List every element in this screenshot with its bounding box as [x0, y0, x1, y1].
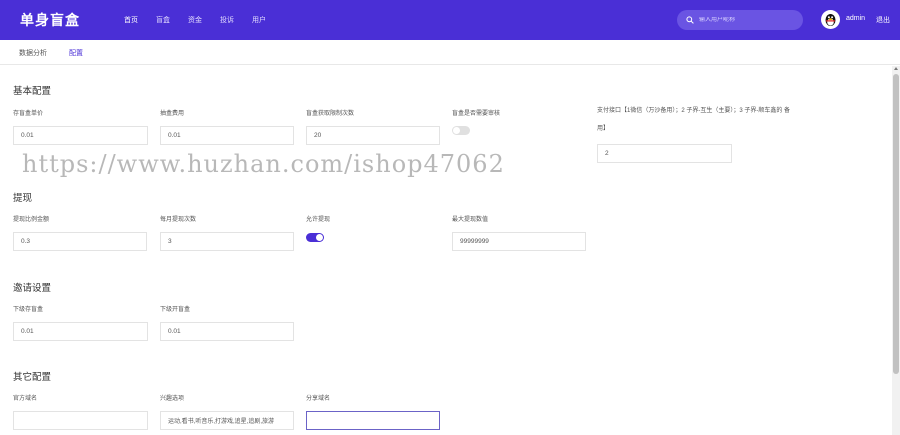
share-domain-input[interactable] — [306, 411, 440, 430]
section-title-invite: 邀请设置 — [13, 283, 52, 294]
label-official-domain: 官方域名 — [13, 396, 38, 402]
deposit-price-input[interactable]: 0.01 — [13, 126, 148, 145]
label-draw-limit: 盲盒获取限制次数 — [306, 111, 355, 117]
label-max-withdraw: 最大提现数值 — [452, 217, 489, 223]
allow-withdraw-toggle[interactable] — [306, 233, 324, 242]
logout-link[interactable]: 退出 — [876, 15, 890, 25]
tab-analytics[interactable]: 数据分析 — [19, 48, 47, 58]
toggle-knob — [316, 234, 323, 241]
watermark-text: https://www.huzhan.com/ishop47062 — [22, 150, 505, 178]
page-tabs: 数据分析 配置 — [0, 40, 900, 65]
sub-deposit-input[interactable]: 0.01 — [13, 322, 148, 341]
official-domain-input[interactable] — [13, 411, 148, 430]
scroll-thumb[interactable] — [893, 74, 899, 374]
brand-logo[interactable]: 单身盲盒 — [20, 10, 80, 30]
label-monthly-withdraw-count: 每月提现次数 — [160, 217, 197, 223]
label-deposit-price: 存盲盒单价 — [13, 111, 44, 117]
label-allow-withdraw: 允许提现 — [306, 217, 331, 223]
vertical-scrollbar[interactable] — [892, 66, 900, 435]
label-withdraw-ratio: 提现比例金额 — [13, 217, 50, 223]
nav-funds[interactable]: 资金 — [188, 15, 202, 25]
max-withdraw-input[interactable]: 99999999 — [452, 232, 586, 251]
draw-fee-input[interactable]: 0.01 — [160, 126, 294, 145]
toggle-knob — [453, 127, 460, 134]
draw-limit-input[interactable]: 20 — [306, 126, 440, 145]
search-input[interactable] — [699, 17, 799, 23]
nav-complaints[interactable]: 投诉 — [220, 15, 234, 25]
tab-config[interactable]: 配置 — [69, 48, 83, 58]
scroll-up-arrow-icon[interactable] — [894, 67, 898, 70]
label-share-domain: 分享域名 — [306, 396, 331, 402]
user-search — [677, 10, 803, 30]
sub-open-input[interactable]: 0.01 — [160, 322, 294, 341]
section-title-other: 其它配置 — [13, 372, 52, 383]
nav-home[interactable]: 首页 — [124, 15, 138, 25]
search-icon[interactable] — [686, 16, 694, 24]
qq-penguin-icon — [825, 14, 836, 26]
section-title-withdraw: 提现 — [13, 193, 33, 204]
nav-blindbox[interactable]: 盲盒 — [156, 15, 170, 25]
monthly-withdraw-count-input[interactable]: 3 — [160, 232, 294, 251]
user-name[interactable]: admin — [846, 15, 865, 22]
withdraw-ratio-input[interactable]: 0.3 — [13, 232, 147, 251]
section-title-basic: 基本配置 — [13, 86, 52, 97]
avatar[interactable] — [821, 10, 840, 29]
config-form: 基本配置 存盲盒单价 0.01 抽盒费用 0.01 盲盒获取限制次数 20 盲盒… — [0, 66, 892, 435]
label-draw-fee: 抽盒费用 — [160, 111, 185, 117]
nav-users[interactable]: 用户 — [252, 15, 266, 25]
top-navbar: 单身盲盒 首页 盲盒 资金 投诉 用户 admin 退出 — [0, 0, 900, 40]
label-sub-deposit: 下级存盲盒 — [13, 307, 44, 313]
payment-gateway-input[interactable]: 2 — [597, 144, 732, 163]
label-interest-options: 兴趣选项 — [160, 396, 185, 402]
label-payment-gateway: 支付接口【1微信（万沙备用）；2 子界-互生（主要）；3 子界-顺车鑫的 备用】 — [597, 108, 791, 132]
review-required-toggle[interactable] — [452, 126, 470, 135]
label-sub-open: 下级开盲盒 — [160, 307, 191, 313]
label-review-required: 盲盒是否需要审核 — [452, 111, 501, 117]
interest-options-input[interactable]: 运动,看书,听音乐,打游戏,追星,追剧,旅游 — [160, 411, 294, 430]
main-nav: 首页 盲盒 资金 投诉 用户 — [124, 0, 284, 40]
